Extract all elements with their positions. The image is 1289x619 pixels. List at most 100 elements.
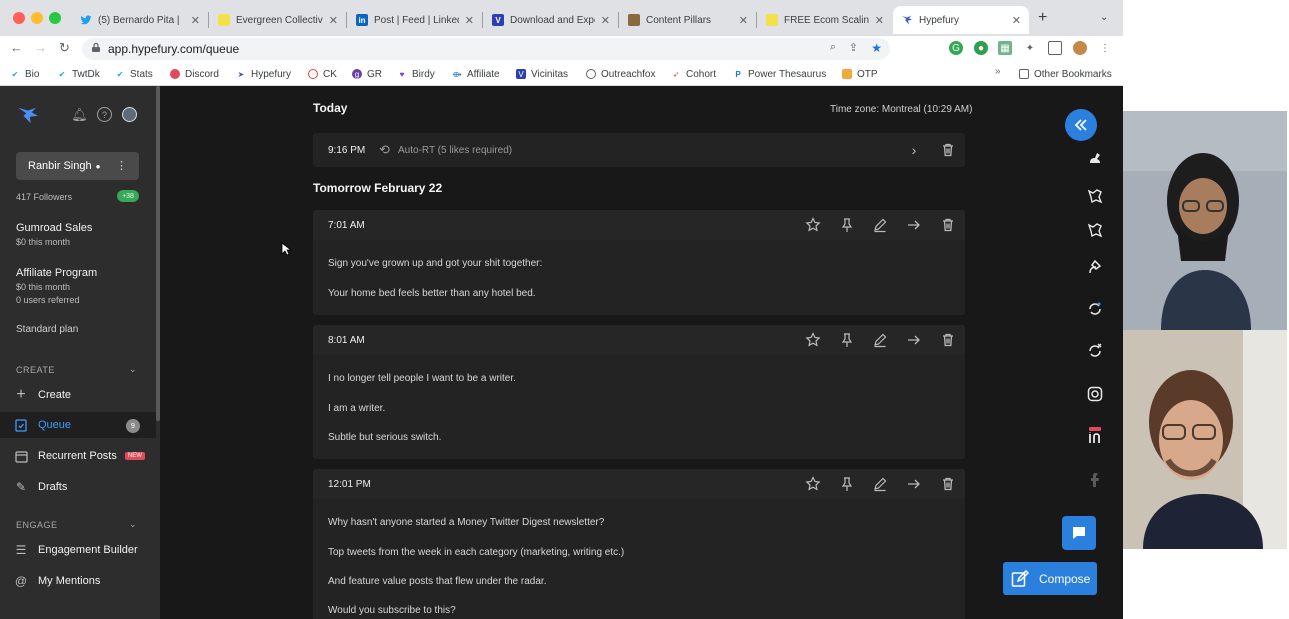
close-tab-icon[interactable]: ✕ [191,14,200,27]
tab-search-icon[interactable]: ⌄ [1100,12,1108,23]
extension-icon[interactable]: ▦ [998,41,1012,55]
close-tab-icon[interactable]: ✕ [875,14,884,27]
chevron-down-icon[interactable]: ⌄ [129,364,137,375]
pin-icon[interactable] [838,216,856,234]
maximize-window-button[interactable] [49,12,61,24]
reload-icon[interactable]: ↻ [59,40,70,56]
browser-tab[interactable]: Content Pillars ✕ [620,6,756,34]
forward-icon[interactable]: → [34,40,47,55]
chevron-down-icon[interactable]: ⌄ [129,519,137,530]
timezone-label[interactable]: Time zone: Montreal (10:29 AM) [830,104,972,115]
auto-retweet-icon[interactable] [1086,342,1104,360]
close-tab-icon[interactable]: ✕ [1012,14,1021,27]
star-icon[interactable] [804,475,822,493]
close-tab-icon[interactable]: ✕ [601,14,610,27]
pin-icon[interactable] [838,331,856,349]
sidebar-item-queue[interactable]: Queue 9 [0,412,156,438]
browser-tab[interactable]: Evergreen Collectiv ✕ [210,6,346,34]
chevron-right-icon[interactable]: › [905,141,923,159]
edit-icon[interactable] [871,331,889,349]
sidebar-item-recurrent-posts[interactable]: Recurrent Posts NEW [0,443,156,469]
share-icon[interactable]: ⇪ [849,41,858,54]
more-options-icon[interactable]: ⋮ [116,159,127,172]
avatar[interactable] [1073,41,1087,55]
other-bookmarks[interactable]: Other Bookmarks [1019,66,1112,82]
engage-section-heading[interactable]: ENGAGE [16,520,58,530]
help-icon[interactable]: ? [97,107,112,122]
gumroad-title[interactable]: Gumroad Sales [16,222,92,234]
bookmark[interactable]: ⟴ Affiliate [452,66,499,82]
new-tab-icon[interactable]: + [1038,9,1047,27]
bookmark[interactable]: ♥ Birdy [397,66,435,82]
browser-tab[interactable]: (5) Bernardo Pita | ✕ [72,6,208,34]
affiliate-title[interactable]: Affiliate Program [16,267,97,279]
trash-icon[interactable] [939,331,957,349]
facebook-icon[interactable] [1086,471,1104,489]
hypefury-logo-icon[interactable] [17,106,39,124]
back-icon[interactable]: ← [10,40,23,55]
instagram-icon[interactable] [1086,385,1104,403]
star-icon[interactable] [804,331,822,349]
extension-icon[interactable]: ● [974,41,988,55]
grammarly-icon[interactable]: G [949,41,963,55]
minimize-window-button[interactable] [31,12,43,24]
sidepanel-icon[interactable] [1048,41,1062,55]
browser-tab[interactable]: V Download and Expo ✕ [484,6,618,34]
pin-icon[interactable] [838,475,856,493]
bookmark[interactable]: ➶ Cohort [671,66,716,82]
bookmark[interactable]: ✔ Stats [115,66,153,82]
bookmark[interactable]: Outreachfox [586,66,655,82]
star-icon[interactable] [804,216,822,234]
bookmark[interactable]: Discord [170,66,219,82]
sidebar-item-my-mentions[interactable]: @ My Mentions [0,568,156,594]
sidebar-item-engagement-builder[interactable]: ☰ Engagement Builder [0,537,156,563]
bookmark[interactable]: g GR [352,66,382,82]
edit-icon[interactable] [871,216,889,234]
create-section-heading[interactable]: CREATE [16,365,55,375]
puzzle-icon[interactable]: ✦ [1023,41,1037,55]
auto-plug-icon[interactable] [1086,187,1104,205]
trash-icon[interactable] [939,216,957,234]
account-switcher[interactable]: Ranbir Singh ● ⋮ [16,152,139,180]
close-tab-icon[interactable]: ✕ [465,14,474,27]
browser-tab-active[interactable]: Hypefury ✕ [893,6,1029,34]
browser-tab[interactable]: FREE Ecom Scaling ✕ [758,6,892,34]
bookmark[interactable]: ✔ Bio [10,66,40,82]
kebab-menu-icon[interactable]: ⋮ [1098,41,1112,55]
close-tab-icon[interactable]: ✕ [739,14,748,27]
linkedin-icon[interactable] [1086,427,1104,445]
bookmark[interactable]: CK [308,66,337,82]
sidebar-item-drafts[interactable]: ✎ Drafts [0,474,156,500]
trash-icon[interactable] [939,475,957,493]
bookmark-star-icon[interactable]: ★ [871,41,882,55]
edit-icon[interactable] [871,475,889,493]
address-bar[interactable]: app.hypefury.com/queue ★ ⇪ ⌕ [82,38,890,60]
avatar[interactable] [122,107,137,122]
retweet-icon[interactable] [1086,300,1104,318]
arrow-right-icon[interactable] [905,475,923,493]
bell-icon[interactable]: 🔔︎ [71,107,88,122]
plan-label[interactable]: Standard plan [16,324,78,335]
trash-icon[interactable] [939,141,957,159]
arrow-right-icon[interactable] [905,331,923,349]
thread-finisher-icon[interactable] [1086,149,1104,167]
bookmark[interactable]: V Vicinitas [516,66,568,82]
close-tab-icon[interactable]: ✕ [329,14,338,27]
bookmark[interactable]: ➤ Hypefury [236,66,291,82]
plug-icon[interactable] [1086,258,1104,276]
zoom-icon[interactable]: ⌕ [830,41,836,54]
auto-dm-icon[interactable] [1086,221,1104,239]
queued-post[interactable]: 8:01 AM I no longer tell people I want t… [313,325,965,459]
bookmark[interactable]: P Power Thesaurus [733,66,826,82]
queued-post[interactable]: 12:01 PM Why hasn't anyone started a Mon… [313,469,965,619]
vicinitas-icon: V [516,69,526,79]
bookmark[interactable]: ✔ TwtDk [57,66,100,82]
auto-rt-row[interactable]: 9:16 PM ⟲ Auto-RT (5 likes required) › [313,133,965,167]
queued-post[interactable]: 7:01 AM Sign you've grown up and got you… [313,210,965,315]
close-window-button[interactable] [13,12,25,24]
more-bookmarks-icon[interactable]: » [995,66,1001,77]
bookmark[interactable]: OTP [842,66,878,82]
arrow-right-icon[interactable] [905,216,923,234]
browser-tab[interactable]: in Post | Feed | Linked ✕ [348,6,482,34]
sidebar-item-create[interactable]: + Create [0,382,156,408]
